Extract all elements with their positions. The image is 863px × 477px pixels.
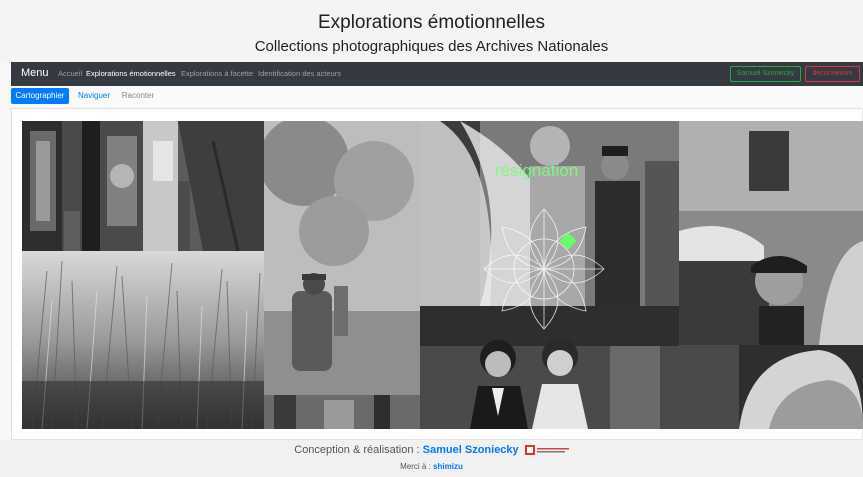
credit-prefix: Conception & réalisation : (294, 444, 420, 456)
emotion-marker[interactable] (559, 232, 577, 250)
tab-cartographier[interactable]: Cartographier (11, 88, 69, 104)
photo-tile-closeup-head[interactable] (679, 345, 863, 429)
sub-navigation: Cartographier Naviguer Raconter (11, 86, 863, 106)
photo-mosaic: résignation (11, 108, 863, 440)
nav-link-accueil[interactable]: Accueil (58, 69, 82, 78)
photo-tile-man-in-garden[interactable] (264, 121, 420, 395)
nav-link-explorations-facette[interactable]: Explorations à facette (181, 69, 253, 78)
nav-link-explorations-emotionnelles[interactable]: Explorations émotionnelles (86, 69, 176, 78)
nav-link-identification-acteurs[interactable]: Identification des acteurs (258, 69, 341, 78)
thanks-link[interactable]: shimizu (433, 462, 463, 471)
photo-tile-tall-grass[interactable] (22, 251, 264, 429)
emotion-label: résignation (495, 161, 579, 180)
user-profile-button[interactable]: Samuel Szoniecky (730, 66, 801, 82)
page-subtitle: Collections photographiques des Archives… (254, 38, 609, 55)
credit-line: Conception & réalisation : Samuel Szonie… (0, 444, 863, 456)
logout-button[interactable]: déconnexion (805, 66, 860, 82)
photo-tile-coat-closeup[interactable] (143, 121, 264, 251)
photo-tile-bottom-strip[interactable] (264, 395, 420, 429)
tab-naviguer[interactable]: Naviguer (75, 88, 113, 104)
page-header: Explorations émotionnelles Collections p… (0, 0, 863, 62)
page-title: Explorations émotionnelles (317, 12, 546, 33)
thanks-prefix: Merci à : (400, 462, 431, 471)
page: Explorations émotionnelles Collections p… (0, 0, 863, 477)
photo-tile-officials[interactable] (679, 121, 863, 345)
thanks-line: Merci à : shimizu (0, 462, 863, 471)
page-footer: Conception & réalisation : Samuel Szonie… (0, 440, 863, 477)
navbar-brand[interactable]: Menu (21, 67, 49, 79)
institution-logo (524, 445, 569, 456)
tab-raconter[interactable]: Raconter (119, 88, 157, 104)
main-navbar: Menu Accueil Explorations émotionnelles … (11, 62, 863, 86)
photo-tile-ornate-interior[interactable] (22, 121, 143, 251)
author-link[interactable]: Samuel Szoniecky (423, 444, 519, 456)
